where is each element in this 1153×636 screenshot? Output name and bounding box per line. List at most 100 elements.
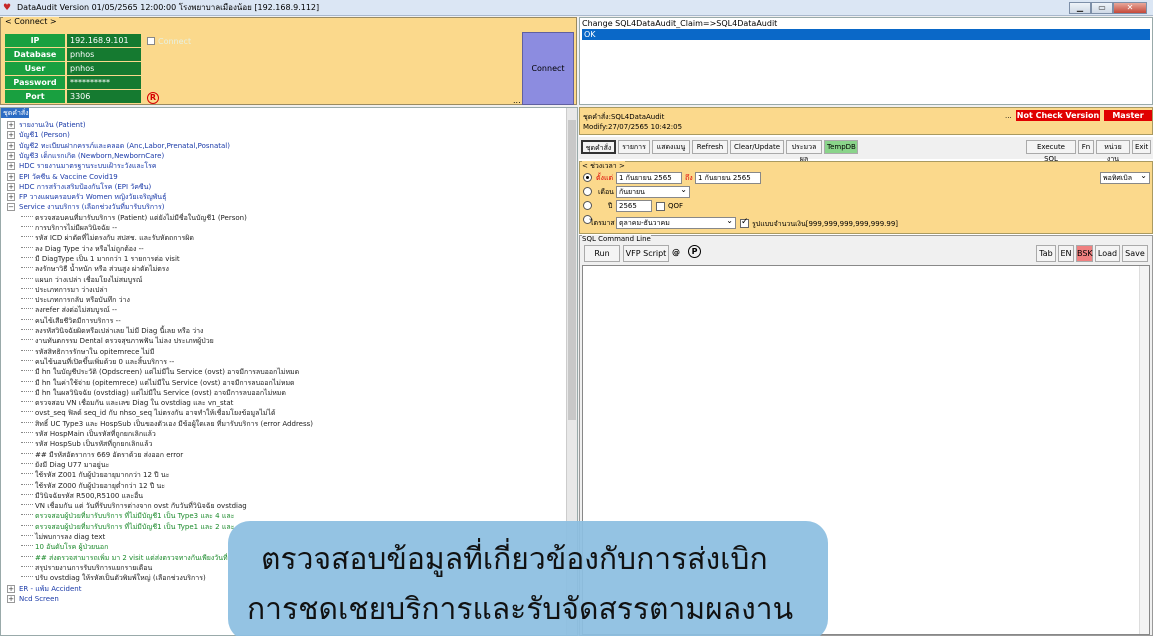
tree-leaf-item[interactable]: ตรวจสอบผู้ป่วยที่มารับบริการ ที่ไม่มีบัญ… <box>21 512 234 521</box>
command-set-button[interactable]: ชุดคำสั่ง <box>581 140 616 154</box>
currency-format-checkbox[interactable] <box>740 217 749 228</box>
department-button[interactable]: หน่วยงาน <box>1096 140 1130 163</box>
month-radio[interactable] <box>583 187 592 196</box>
list-button[interactable]: รายการ <box>618 140 650 154</box>
tree-leaf-item[interactable]: การบริการไม่มีผลวินิจฉัย -- <box>21 224 117 233</box>
tree-node-item[interactable]: + HDC การสร้างเสริมป้องกันโรค (EPI วัคซีน… <box>7 182 151 192</box>
execute-sql-button[interactable]: Execute SQL <box>1026 140 1076 163</box>
tree-leaf-item[interactable]: แผนก ว่างเปล่า เชื่อมโยงไม่สมบูรณ์ <box>21 276 142 285</box>
year-radio[interactable] <box>583 201 592 210</box>
tree-leaf-item[interactable]: ยังมี Diag U77 มาอยู่นะ <box>21 461 109 470</box>
tree-leaf-item[interactable]: มีวินิจฉัยรหัส R500,R5100 และอื่น <box>21 492 143 501</box>
tree-leaf-item[interactable]: มี hn ในค่าใช้จ่าย (opitemrece) แต่ไม่มี… <box>21 379 295 388</box>
clear-update-button[interactable]: Clear/Update <box>730 140 784 154</box>
tree-leaf-item[interactable]: มี DiagType เป็น 1 มากกว่า 1 รายการต่อ v… <box>21 255 180 264</box>
tree-node-item[interactable]: + EPI วัคซีน & Vaccine Covid19 <box>7 172 118 182</box>
expand-icon[interactable]: + <box>7 162 15 171</box>
sql-editor-scrollbar[interactable] <box>1139 266 1149 634</box>
tree-node-item[interactable]: + ER - แพ้ม Accident <box>7 584 81 594</box>
tree-leaf-item[interactable]: VN เชื่อมกัน แต่ วันที่รับบริการต่างจาก … <box>21 502 247 511</box>
not-check-version-button[interactable]: Not Check Version <box>1016 110 1100 121</box>
ip-value[interactable]: 192.168.9.101 <box>67 34 141 47</box>
hospital-select[interactable]: พอทิศเบิล <box>1100 171 1150 184</box>
info-ellipsis[interactable]: ... <box>1005 112 1012 120</box>
expand-icon[interactable]: + <box>7 193 15 202</box>
tree-node-item[interactable]: − Service งานบริการ (เลือกช่วงวันที่มารับ… <box>7 203 164 212</box>
fn-button[interactable]: Fn <box>1078 140 1094 154</box>
maximize-icon[interactable]: ▭ <box>1091 2 1113 14</box>
tree-node-item[interactable]: + บัญชี2 ทะเบียนฝากครรภ์และคลอด (Anc,Labo… <box>7 141 230 151</box>
tree-leaf-item[interactable]: ประเภทการกลับ หรือบันทึก ว่าง <box>21 296 130 305</box>
tree-leaf-item[interactable]: ## ส่งตรวจสามารถเพิ่ม มา 2 visit แต่ส่งต… <box>21 554 228 563</box>
tree-leaf-item[interactable]: ลงrefer ส่งต่อไม่สมบูรณ์ -- <box>21 306 117 315</box>
tree-leaf-item[interactable]: ลง Diag Type ว่าง หรือไม่ถูกต้อง -- <box>21 245 144 254</box>
tree-node-item[interactable]: + Ncd Screen <box>7 594 59 604</box>
expand-icon[interactable]: + <box>7 594 15 603</box>
tree-leaf-item[interactable]: สรุปรายงานการรับบริการแยกรายเดือน <box>21 564 152 573</box>
tree-leaf-item[interactable]: รหัส HospMain เป็นรหัสที่ถูกยกเลิกแล้ว <box>21 430 156 439</box>
tree-leaf-item[interactable]: คนไข้เสียชีวิตมีการบริการ -- <box>21 317 121 326</box>
tab-button[interactable]: Tab <box>1036 245 1056 262</box>
tree-leaf-item[interactable]: 10 อันดับโรค ผู้ป่วยนอก <box>21 543 108 552</box>
start-date-input[interactable]: 1 กันยายน 2565 <box>616 172 682 184</box>
collapse-icon[interactable]: − <box>7 203 15 212</box>
tree-leaf-item[interactable]: รหัส HospSub เป็นรหัสที่ถูกยกเลิกแล้ว <box>21 440 152 449</box>
year-spinner[interactable]: 2565 <box>616 200 652 212</box>
tempdb-button[interactable]: TempDB <box>824 140 858 154</box>
at-icon[interactable]: @ <box>672 245 680 262</box>
date-range-radio[interactable] <box>583 173 592 182</box>
tree-node-item[interactable]: + รายงานเงิน (Patient) <box>7 121 86 130</box>
tree-leaf-item[interactable]: ใช้รหัส Z001 กับผู้ป่วยอายุมากกว่า 12 ปี… <box>21 471 169 480</box>
show-menu-button[interactable]: แสดงเมนู <box>652 140 690 154</box>
tree-node-item[interactable]: + บัญชี1 (Person) <box>7 131 70 140</box>
tree-leaf-item[interactable]: ประเภทการมา ว่างเปล่า <box>21 286 108 295</box>
tree-leaf-item[interactable]: ## มีรหัสอัตราการ 669 อัตราด้วย ส่งออก e… <box>21 451 183 460</box>
tree-node-item[interactable]: + FP วางแผนครอบครัว Women หญิงวัยเจริญพัน… <box>7 193 166 202</box>
tree-scroll-thumb[interactable] <box>568 120 576 420</box>
p-icon[interactable]: P <box>688 245 701 258</box>
tree-leaf-item[interactable]: ตรวจสอบ VN เชื่อมกัน และเลข Diag ใน ovst… <box>21 399 233 408</box>
quarter-select[interactable]: ตุลาคม-ธันวาคม <box>616 216 736 229</box>
vfp-script-button[interactable]: VFP Script <box>623 245 669 262</box>
tree-leaf-item[interactable]: ใช้รหัส Z000 กับผู้ป่วยอายุต่ำกว่า 12 ปี… <box>21 482 165 491</box>
change-log-status[interactable]: OK <box>582 29 1150 40</box>
expand-icon[interactable]: + <box>7 182 15 191</box>
minimize-icon[interactable]: ▁ <box>1069 2 1091 14</box>
run-button[interactable]: Run <box>584 245 620 262</box>
database-value[interactable]: pnhos <box>67 48 141 61</box>
en-button[interactable]: EN <box>1058 245 1074 262</box>
expand-icon[interactable]: + <box>7 141 15 150</box>
tree-leaf-item[interactable]: ลงรหัสวินิจฉัยผิดหรือเปล่าเลย ไม่มี Diag… <box>21 327 203 336</box>
tree-node-item[interactable]: + บัญชี3 เด็กแรกเกิด (Newborn,NewbornCare… <box>7 151 164 161</box>
tree-leaf-item[interactable]: สิทธิ์ UC Type3 และ HospSub เป็นของตัวเอ… <box>21 420 313 429</box>
month-select[interactable]: กันยายน <box>616 185 690 198</box>
password-value[interactable]: ********** <box>67 76 141 89</box>
expand-icon[interactable]: + <box>7 121 15 129</box>
tree-leaf-item[interactable]: ปรับ ovstdiag ให้รหัสเป็นตัวพิมพ์ใหญ่ (เ… <box>21 574 206 583</box>
bsk-button[interactable]: BSK <box>1076 245 1093 262</box>
load-button[interactable]: Load <box>1095 245 1120 262</box>
refresh-button[interactable]: Refresh <box>692 140 728 154</box>
close-icon[interactable]: ✕ <box>1113 2 1147 14</box>
tree-leaf-item[interactable]: ovst_seq ฟิลด์ seq_id กับ nhso_seq ไม่ตร… <box>21 409 276 418</box>
tree-leaf-item[interactable]: ตรวจสอบผู้ป่วยที่มารับบริการ ที่ไม่มีบัญ… <box>21 523 234 532</box>
user-value[interactable]: pnhos <box>67 62 141 75</box>
tree-leaf-item[interactable]: มี hn ในบัญชีประวัติ (Opdscreen) แต่ไม่ม… <box>21 368 299 377</box>
tree-leaf-item[interactable]: ลงรักษาวิธี น้ำหนัก หรือ ส่วนสูง ผ่าตัดไ… <box>21 265 169 274</box>
connect-ellipsis[interactable]: ... <box>513 96 521 105</box>
tree-leaf-item[interactable]: ตรวจสอบคนที่มารับบริการ (Patient) แต่ยัง… <box>21 214 247 223</box>
tree-leaf-item[interactable]: งานทันตกรรม Dental ตรวจสุขภาพฟัน ไม่ลง ป… <box>21 337 214 346</box>
expand-icon[interactable]: + <box>7 151 15 160</box>
expand-icon[interactable]: + <box>7 584 15 593</box>
tree-leaf-item[interactable]: รหัส ICD ผ่าตัดที่ไม่ตรงกับ สปสช. และรับ… <box>21 234 194 243</box>
exit-button[interactable]: Exit <box>1132 140 1151 154</box>
tree-leaf-item[interactable]: รหัสสิทธิการรักษาใน opitemrece ไม่มี <box>21 348 154 357</box>
port-value[interactable]: 3306 <box>67 90 141 103</box>
tree-node-item[interactable]: + HDC รายงานมาตรฐานระบบเฝ้าระวังและโรค <box>7 162 157 171</box>
process-button[interactable]: ประมวลผล <box>786 140 822 163</box>
tree-leaf-item[interactable]: ไม่พบการลง diag text <box>21 533 105 542</box>
connect-button[interactable]: Connect <box>522 32 574 105</box>
save-button[interactable]: Save <box>1122 245 1148 262</box>
tree-leaf-item[interactable]: มี hn ในผลวินิจฉัย (ovstdiag) แต่ไม่มีใน… <box>21 389 286 398</box>
master-button[interactable]: Master <box>1104 110 1152 121</box>
